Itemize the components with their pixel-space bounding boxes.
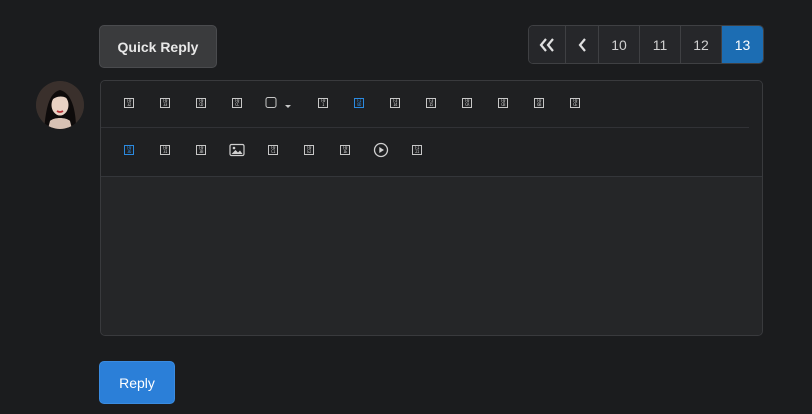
page-12-button[interactable]: 12 (681, 26, 722, 63)
table-icon[interactable]: F0 6B (528, 92, 550, 114)
more-icon[interactable]: F1 21 (406, 139, 428, 161)
page-10-button[interactable]: 10 (599, 26, 640, 63)
font-size-icon[interactable]: F1 0D (348, 92, 370, 114)
link-icon[interactable]: F0 36 (118, 139, 140, 161)
italic-icon[interactable]: F0 33 (154, 92, 176, 114)
checkbox-dropdown-icon[interactable] (262, 92, 296, 114)
pagination: 10 11 12 13 (528, 25, 764, 64)
quote-icon[interactable]: F0 3B (190, 139, 212, 161)
align-icon[interactable]: F0 C1 (262, 139, 284, 161)
media-icon[interactable] (370, 139, 392, 161)
underline-icon[interactable]: F0 CD (190, 92, 212, 114)
outdent-icon[interactable]: F0 CB (492, 92, 514, 114)
image-icon[interactable] (226, 139, 248, 161)
previous-page-button[interactable] (566, 26, 599, 63)
toolbar-row-2: F0 36 F0 31 F0 3B F0 C1 F0 E2 F0 1E F1 21 (101, 128, 762, 174)
editor-content-area[interactable] (101, 177, 762, 335)
chevron-left-icon (578, 37, 586, 52)
strikethrough-icon[interactable]: F0 CC (226, 92, 248, 114)
smiley-icon[interactable]: F0 E2 (298, 139, 320, 161)
ordered-list-icon[interactable]: F3 15 (420, 92, 442, 114)
bold-icon[interactable]: F0 32 (118, 92, 140, 114)
toolbar-row-1: F0 32 F0 33 F0 CD F0 CC F0 1 F1 0D F3 14 F3 15 F… (101, 81, 762, 127)
page-13-current-button[interactable]: 13 (722, 26, 763, 63)
list-icon[interactable]: F3 14 (384, 92, 406, 114)
reply-editor: F0 32 F0 33 F0 CD F0 CC F0 1 F1 0D F3 14 F3 15 F… (100, 80, 763, 336)
unlink-icon[interactable]: F0 31 (154, 139, 176, 161)
user-avatar (36, 81, 84, 129)
quick-reply-button[interactable]: Quick Reply (99, 25, 217, 68)
spoiler-icon[interactable]: F0 1E (334, 139, 356, 161)
code-icon[interactable]: F0 CE (564, 92, 586, 114)
first-page-button[interactable] (529, 26, 566, 63)
reply-button[interactable]: Reply (99, 361, 175, 404)
double-chevron-left-icon (539, 37, 554, 52)
page-11-button[interactable]: 11 (640, 26, 681, 63)
editor-toolbar: F0 32 F0 33 F0 CD F0 CC F0 1 F1 0D F3 14 F3 15 F… (101, 81, 762, 177)
indent-icon[interactable]: F0 CA (456, 92, 478, 114)
color-icon[interactable]: F0 1 (312, 92, 334, 114)
